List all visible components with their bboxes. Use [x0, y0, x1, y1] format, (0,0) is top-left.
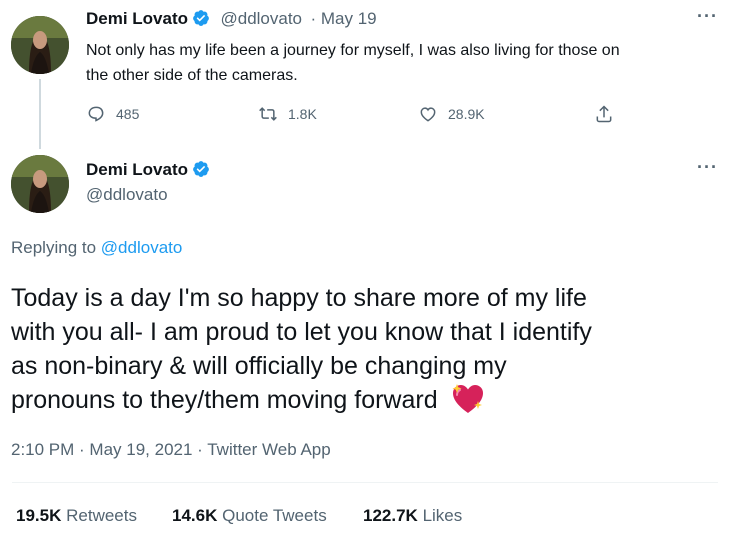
replying-prefix: Replying to: [11, 238, 97, 257]
display-name[interactable]: Demi Lovato: [86, 160, 188, 179]
reply-count: 485: [116, 106, 140, 122]
likes-value: 122.7K: [363, 506, 418, 525]
handle[interactable]: @ddlovato: [86, 185, 168, 205]
reply-icon: [88, 106, 104, 122]
like-count: 28.9K: [448, 106, 485, 122]
replying-handle-link[interactable]: @ddlovato: [101, 238, 183, 257]
author-name-row: Demi Lovato: [86, 160, 210, 180]
thread-line: [39, 79, 41, 149]
more-icon[interactable]: ···: [697, 6, 718, 27]
replying-to: Replying to @ddlovato: [11, 238, 182, 258]
handle[interactable]: @ddlovato: [220, 9, 302, 28]
tweet-text-line: Today is a day I'm so happy to share mor…: [11, 284, 587, 312]
reply-button[interactable]: 485: [86, 104, 139, 124]
like-button[interactable]: 28.9K: [418, 104, 485, 124]
likes-stat[interactable]: 122.7K Likes: [363, 506, 462, 526]
avatar[interactable]: [11, 155, 69, 213]
retweet-icon: [259, 107, 277, 121]
tweet-text-line: the other side of the cameras.: [86, 67, 298, 84]
sparkling-heart-emoji: [451, 383, 485, 415]
retweets-stat[interactable]: 19.5K Retweets: [16, 506, 137, 526]
retweets-value: 19.5K: [16, 506, 62, 525]
share-button[interactable]: [594, 104, 614, 124]
more-icon[interactable]: ···: [697, 157, 718, 178]
retweet-count: 1.8K: [288, 106, 317, 122]
tweet-timestamp[interactable]: 2:10 PM · May 19, 2021 · Twitter Web App: [11, 440, 331, 460]
quote-tweets-label: Quote Tweets: [222, 506, 327, 525]
avatar[interactable]: [11, 16, 69, 74]
tweet-date[interactable]: · May 19: [310, 9, 376, 28]
verified-badge-icon: [192, 160, 210, 178]
likes-label: Likes: [422, 506, 463, 525]
tweet-text-line: pronouns to they/them moving forward: [11, 386, 438, 414]
tweet-text-line: Not only has my life been a journey for …: [86, 42, 620, 59]
like-icon: [420, 107, 436, 122]
quote-tweets-stat[interactable]: 14.6K Quote Tweets: [172, 506, 327, 526]
display-name[interactable]: Demi Lovato: [86, 9, 188, 28]
tweet-text-line-last: pronouns to they/them moving forward: [11, 383, 485, 418]
tweet-text-line: with you all- I am proud to let you know…: [11, 318, 592, 346]
tweet-header: Demi Lovato @ddlovato · May 19: [86, 9, 377, 29]
quote-tweets-value: 14.6K: [172, 506, 218, 525]
retweets-label: Retweets: [66, 506, 137, 525]
share-icon: [596, 105, 612, 123]
retweet-button[interactable]: 1.8K: [258, 104, 317, 124]
tweet-text-line: as non-binary & will officially be chang…: [11, 352, 507, 380]
verified-badge-icon: [192, 9, 210, 27]
divider: [12, 482, 718, 483]
